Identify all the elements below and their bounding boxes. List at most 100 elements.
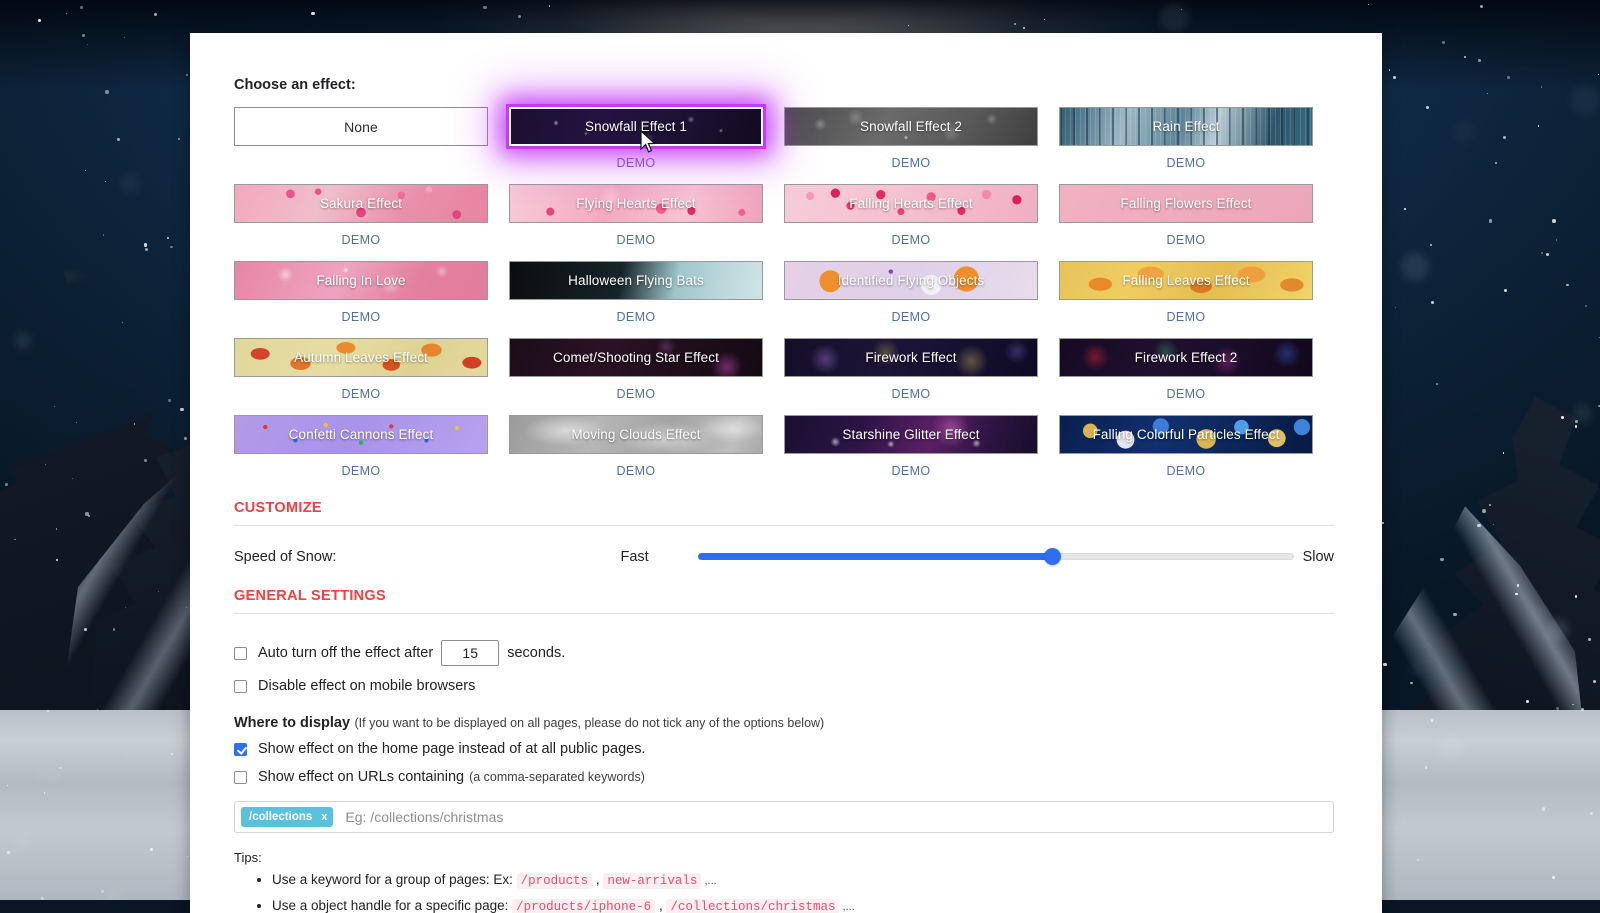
effect-card-sakura-effect[interactable]: Sakura Effect [234, 184, 488, 223]
tip-trail: ,... [839, 901, 854, 913]
effect-card-none[interactable]: None [234, 107, 488, 146]
effect-cell: Confetti Cannons Effect DEMO [234, 415, 488, 492]
effect-demo-link[interactable]: DEMO [1059, 464, 1313, 478]
effect-demo-link[interactable]: DEMO [234, 310, 488, 324]
speed-label: Speed of Snow: [234, 549, 621, 565]
effect-demo-link[interactable]: DEMO [234, 387, 488, 401]
effect-demo-link[interactable]: DEMO [509, 464, 763, 478]
effect-demo-link[interactable]: DEMO [509, 387, 763, 401]
effect-demo-link[interactable]: DEMO [1059, 156, 1313, 170]
home-page-label: Show effect on the home page instead of … [258, 741, 645, 757]
effect-card-label: Comet/Shooting Star Effect [553, 350, 719, 365]
effect-demo-link[interactable]: DEMO [234, 233, 488, 247]
where-to-display-title: Where to display [234, 715, 350, 731]
effect-card-snowfall-effect-1[interactable]: Snowfall Effect 1 [509, 107, 763, 146]
url-tag[interactable]: /collections x [241, 807, 333, 827]
effect-cell: Identified Flying Objects DEMO [784, 261, 1038, 338]
effect-cell: Falling Flowers Effect DEMO [1059, 184, 1313, 261]
customize-section: CUSTOMIZE Speed of Snow: Fast Slow [234, 500, 1338, 588]
effect-card-label: Falling Leaves Effect [1122, 273, 1249, 288]
effect-demo-link[interactable]: DEMO [784, 233, 1038, 247]
speed-slider[interactable] [698, 547, 1289, 567]
effect-card-label: Firework Effect 2 [1135, 350, 1238, 365]
disable-mobile-row: Disable effect on mobile browsers [234, 678, 1338, 694]
auto-turn-off-checkbox[interactable] [234, 647, 247, 660]
effect-cell: Falling Hearts Effect DEMO [784, 184, 1038, 261]
effect-demo-link[interactable]: DEMO [509, 156, 763, 170]
speed-row: Speed of Snow: Fast Slow [234, 526, 1334, 588]
tip-trail: ,... [701, 875, 716, 887]
tip-comma: , [592, 872, 603, 887]
where-to-display-note: (If you want to be displayed on all page… [354, 716, 824, 730]
effect-card-falling-hearts-effect[interactable]: Falling Hearts Effect [784, 184, 1038, 223]
effect-cell: Falling Leaves Effect DEMO [1059, 261, 1313, 338]
disable-mobile-label: Disable effect on mobile browsers [258, 678, 475, 694]
effect-demo-link[interactable]: DEMO [509, 310, 763, 324]
effect-card-label: Rain Effect [1153, 119, 1220, 134]
effect-card-label: Falling In Love [316, 273, 405, 288]
slider-fill [698, 553, 1052, 560]
seconds-input[interactable] [441, 640, 499, 666]
effect-demo-link[interactable]: DEMO [234, 464, 488, 478]
effect-card-flying-hearts-effect[interactable]: Flying Hearts Effect [509, 184, 763, 223]
auto-turn-off-prefix: Auto turn off the effect after [258, 645, 433, 661]
effect-card-label: Sakura Effect [320, 196, 402, 211]
effect-demo-link[interactable]: DEMO [1059, 233, 1313, 247]
speed-slow-label: Slow [1303, 549, 1334, 565]
effect-card-confetti-cannons-effect[interactable]: Confetti Cannons Effect [234, 415, 488, 454]
effect-card-label: Halloween Flying Bats [568, 273, 704, 288]
effect-demo-link[interactable]: DEMO [784, 464, 1038, 478]
urls-containing-note: (a comma-separated keywords) [469, 770, 645, 784]
effect-card-falling-in-love[interactable]: Falling In Love [234, 261, 488, 300]
effect-card-label: Confetti Cannons Effect [289, 427, 434, 442]
effect-card-label: Firework Effect [865, 350, 956, 365]
effect-demo-link[interactable]: DEMO [784, 387, 1038, 401]
effect-cell: Rain Effect DEMO [1059, 107, 1313, 184]
effect-demo-link[interactable]: DEMO [1059, 310, 1313, 324]
effect-cell: Snowfall Effect 1 DEMO [509, 107, 763, 184]
effect-card-moving-clouds-effect[interactable]: Moving Clouds Effect [509, 415, 763, 454]
effect-card-halloween-flying-bats[interactable]: Halloween Flying Bats [509, 261, 763, 300]
disable-mobile-checkbox[interactable] [234, 680, 247, 693]
effect-cell: Falling Colorful Particles Effect DEMO [1059, 415, 1313, 492]
urls-containing-row: Show effect on URLs containing (a comma-… [234, 769, 1338, 785]
effect-card-identified-flying-objects[interactable]: Identified Flying Objects [784, 261, 1038, 300]
auto-turn-off-row: Auto turn off the effect after seconds. [234, 640, 1338, 666]
home-page-checkbox[interactable] [234, 743, 247, 756]
effect-demo-link[interactable]: DEMO [1059, 387, 1313, 401]
url-tag-remove-icon[interactable]: x [321, 811, 327, 823]
effect-card-label: Starshine Glitter Effect [842, 427, 979, 442]
tip-text: Use a object handle for a specific page: [272, 898, 512, 913]
effect-demo-link[interactable]: DEMO [784, 156, 1038, 170]
tip-comma: , [655, 898, 666, 913]
effect-card-rain-effect[interactable]: Rain Effect [1059, 107, 1313, 146]
effect-cell: Halloween Flying Bats DEMO [509, 261, 763, 338]
tip-code: /products/iphone-6 [512, 899, 655, 913]
effect-cell: Snowfall Effect 2 DEMO [784, 107, 1038, 184]
effect-card-starshine-glitter-effect[interactable]: Starshine Glitter Effect [784, 415, 1038, 454]
effect-card-label: Falling Flowers Effect [1121, 196, 1252, 211]
settings-panel: Choose an effect: NoneSnowfall Effect 1D… [190, 33, 1382, 913]
home-page-row: Show effect on the home page instead of … [234, 741, 1338, 757]
effect-card-snowfall-effect-2[interactable]: Snowfall Effect 2 [784, 107, 1038, 146]
urls-containing-checkbox[interactable] [234, 771, 247, 784]
effect-demo-link[interactable]: DEMO [784, 310, 1038, 324]
effect-cell: Moving Clouds Effect DEMO [509, 415, 763, 492]
effect-card-autumn-leaves-effect[interactable]: Autumn Leaves Effect [234, 338, 488, 377]
effect-card-falling-colorful-particles-effect[interactable]: Falling Colorful Particles Effect [1059, 415, 1313, 454]
tips-list: Use a keyword for a group of pages: Ex: … [234, 871, 1338, 913]
urls-tag-input[interactable]: /collections x Eg: /collections/christma… [234, 801, 1334, 833]
effect-card-firework-effect[interactable]: Firework Effect [784, 338, 1038, 377]
tip-code: /collections/christmas [666, 899, 839, 913]
effect-cell: Autumn Leaves Effect DEMO [234, 338, 488, 415]
effect-card-label: Falling Hearts Effect [849, 196, 972, 211]
effect-card-falling-leaves-effect[interactable]: Falling Leaves Effect [1059, 261, 1313, 300]
slider-thumb[interactable] [1044, 548, 1061, 565]
effect-demo-link[interactable]: DEMO [509, 233, 763, 247]
effect-card-falling-flowers-effect[interactable]: Falling Flowers Effect [1059, 184, 1313, 223]
customize-header: CUSTOMIZE [234, 500, 1338, 525]
effect-card-firework-effect-2[interactable]: Firework Effect 2 [1059, 338, 1313, 377]
tip-code: /products [517, 873, 593, 889]
speed-fast-label: Fast [621, 549, 684, 565]
effect-card-comet-shooting-star-effect[interactable]: Comet/Shooting Star Effect [509, 338, 763, 377]
